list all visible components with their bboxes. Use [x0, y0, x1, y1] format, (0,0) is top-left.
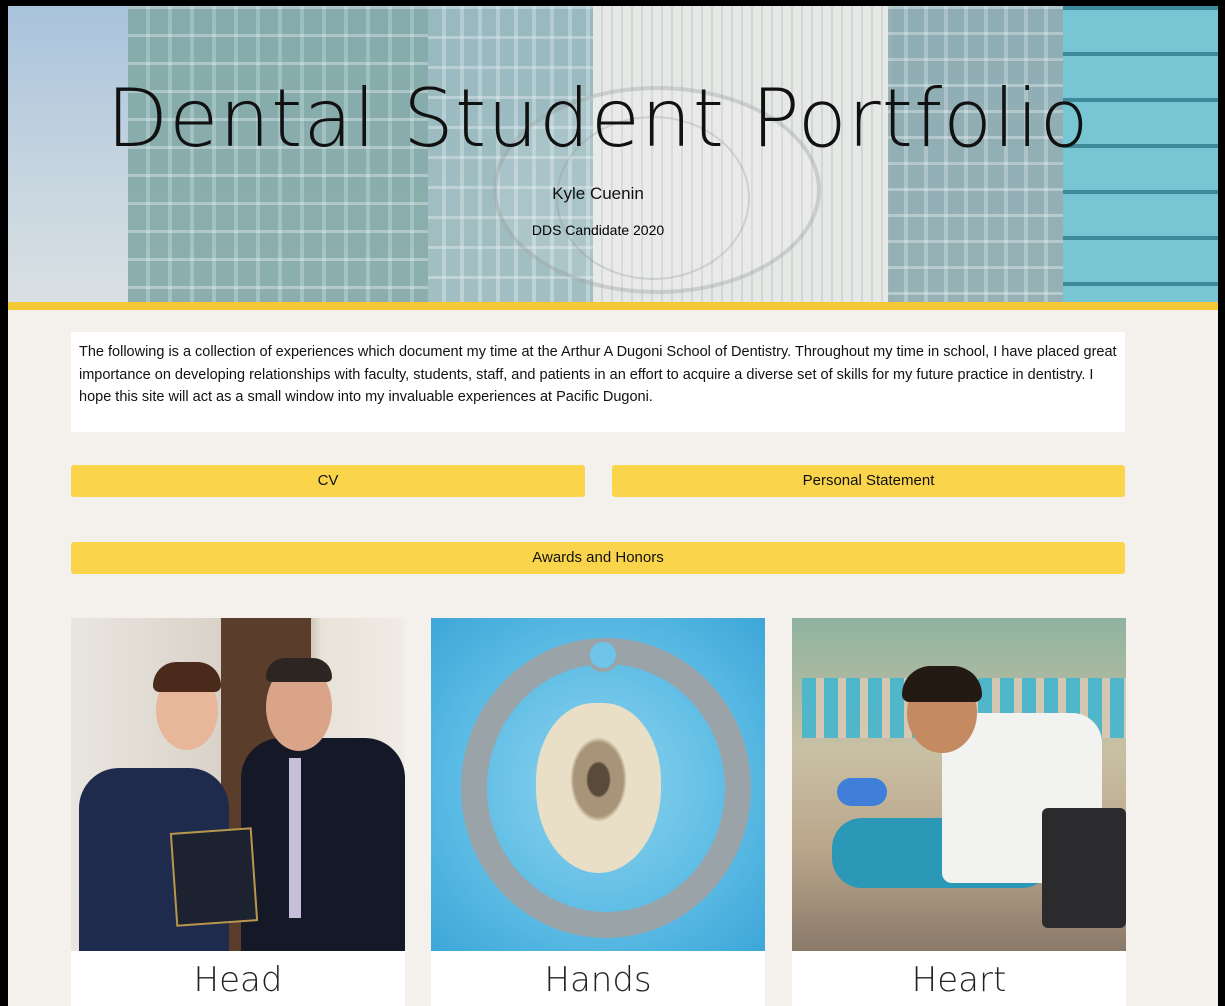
- awards-honors-button[interactable]: Awards and Honors: [71, 542, 1125, 574]
- card-head[interactable]: Head: [71, 618, 405, 1006]
- page: Dental Student Portfolio Kyle Cuenin DDS…: [8, 6, 1218, 1006]
- hero-banner: Dental Student Portfolio Kyle Cuenin DDS…: [8, 6, 1218, 302]
- personal-statement-button[interactable]: Personal Statement: [612, 465, 1125, 497]
- card-hands[interactable]: Hands: [431, 618, 765, 1006]
- degree-subtitle: DDS Candidate 2020: [531, 222, 665, 238]
- tooth-photo: [431, 618, 765, 951]
- intro-paragraph: The following is a collection of experie…: [71, 332, 1125, 432]
- dental-outreach-photo: [792, 618, 1126, 951]
- card-label-heart: Heart: [911, 960, 1007, 1000]
- card-heart[interactable]: Heart: [792, 618, 1126, 1006]
- page-title: Dental Student Portfolio: [106, 72, 1090, 165]
- card-label-hands: Hands: [544, 960, 652, 1000]
- student-name: Kyle Cuenin: [552, 184, 644, 203]
- card-label-head: Head: [193, 960, 283, 1000]
- cv-button[interactable]: CV: [71, 465, 585, 497]
- graduation-photo: [71, 618, 405, 951]
- accent-divider: [8, 302, 1218, 310]
